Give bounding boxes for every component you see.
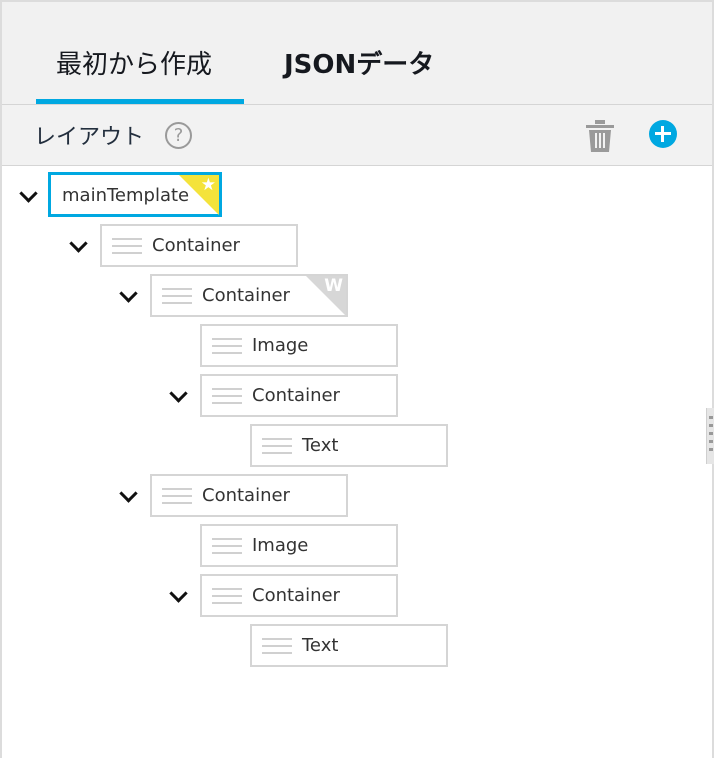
tab-bar: 最初から作成 JSONデータ	[2, 2, 712, 104]
tree-node-label: Image	[252, 335, 309, 356]
layout-panel-header: レイアウト ?	[2, 104, 712, 166]
star-badge-icon: ★	[179, 175, 219, 215]
drag-handle-icon[interactable]	[262, 438, 292, 455]
help-icon[interactable]: ?	[165, 122, 192, 149]
tree-node-container[interactable]: Container	[200, 574, 398, 617]
tree-node-container[interactable]: Container	[150, 474, 348, 517]
tree-node-text[interactable]: Text	[250, 624, 448, 667]
drag-handle-icon[interactable]	[212, 388, 242, 405]
panel-resize-grip[interactable]	[706, 408, 714, 464]
tab-json-data[interactable]: JSONデータ	[284, 44, 434, 81]
tree-node-label: Text	[302, 635, 339, 656]
w-badge-icon: W	[306, 276, 346, 316]
tree-node-label: Container	[252, 385, 340, 406]
tree-node-label: Container	[252, 585, 340, 606]
tree-node-label: Text	[302, 435, 339, 456]
tree-node-image[interactable]: Image	[200, 324, 398, 367]
tree-node-main-template[interactable]: mainTemplate ★	[48, 172, 222, 217]
tree-node-label: mainTemplate	[62, 185, 190, 206]
tab-create-from-scratch[interactable]: 最初から作成	[56, 44, 212, 81]
add-component-icon[interactable]	[649, 120, 677, 148]
drag-handle-icon[interactable]	[262, 638, 292, 655]
tree-node-container[interactable]: Container	[100, 224, 298, 267]
drag-handle-icon[interactable]	[212, 588, 242, 605]
tree-node-label: Container	[202, 285, 290, 306]
drag-handle-icon[interactable]	[162, 288, 192, 305]
tree-node-container[interactable]: Container W	[150, 274, 348, 317]
chevron-down-icon[interactable]	[18, 186, 38, 206]
layout-panel-title: レイアウト	[34, 125, 145, 150]
layout-tree: mainTemplate ★ Container Container W Ima…	[2, 167, 712, 758]
drag-handle-icon[interactable]	[212, 538, 242, 555]
trash-icon[interactable]	[586, 120, 614, 152]
tree-node-image[interactable]: Image	[200, 524, 398, 567]
chevron-down-icon[interactable]	[68, 236, 88, 256]
chevron-down-icon[interactable]	[168, 386, 188, 406]
drag-handle-icon[interactable]	[162, 488, 192, 505]
tree-node-text[interactable]: Text	[250, 424, 448, 467]
tree-node-label: Container	[202, 485, 290, 506]
chevron-down-icon[interactable]	[168, 586, 188, 606]
chevron-down-icon[interactable]	[118, 286, 138, 306]
tree-node-container[interactable]: Container	[200, 374, 398, 417]
chevron-down-icon[interactable]	[118, 486, 138, 506]
drag-handle-icon[interactable]	[212, 338, 242, 355]
drag-handle-icon[interactable]	[112, 238, 142, 255]
tree-node-label: Image	[252, 535, 309, 556]
tree-node-label: Container	[152, 235, 240, 256]
